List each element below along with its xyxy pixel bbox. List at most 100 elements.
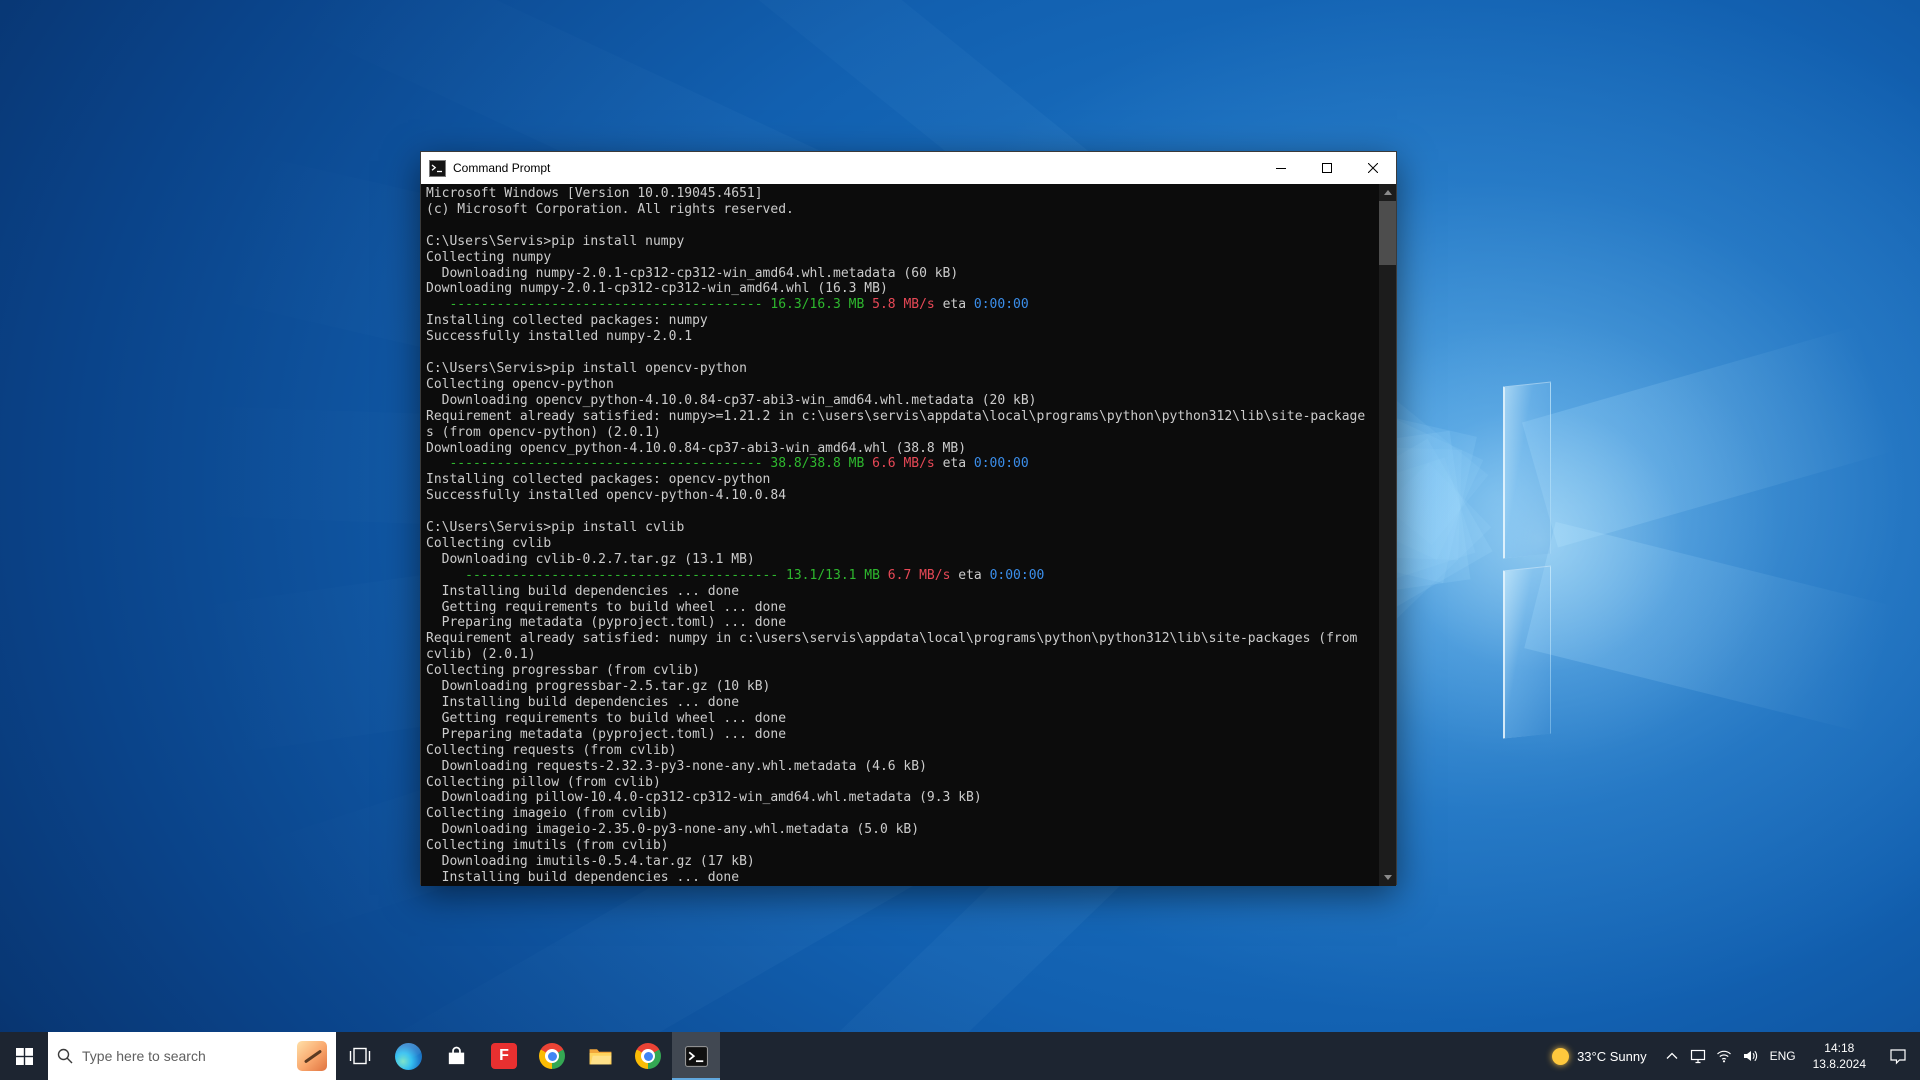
maximize-icon [1322, 163, 1332, 173]
terminal-line: Downloading opencv_python-4.10.0.84-cp37… [426, 440, 967, 456]
chrome-icon [635, 1043, 661, 1069]
file-explorer-icon [589, 1048, 611, 1064]
terminal-line: Installing collected packages: numpy [426, 313, 708, 329]
chevron-up-icon [1666, 1052, 1678, 1059]
terminal-line: cvlib) (2.0.1) [426, 647, 536, 663]
wallpaper-light-beam [1524, 521, 1920, 743]
window-title: Command Prompt [453, 161, 551, 175]
terminal-line: Downloading imutils-0.5.4.tar.gz (17 kB) [426, 854, 755, 870]
terminal-line: ----------------------------------------… [449, 456, 1029, 472]
terminal-line: Downloading opencv_python-4.10.0.84-cp37… [426, 392, 1037, 408]
terminal-line: Collecting cvlib [426, 535, 552, 551]
terminal-line: Requirement already satisfied: numpy in … [426, 631, 1358, 647]
terminal-line: Preparing metadata (pyproject.toml) ... … [426, 615, 787, 631]
terminal-line: Collecting imageio (from cvlib) [426, 806, 669, 822]
terminal-line: ----------------------------------------… [465, 567, 1045, 583]
scrollbar-thumb[interactable] [1379, 201, 1396, 265]
command-prompt-icon [684, 1045, 708, 1067]
search-icon [57, 1048, 73, 1064]
language-indicator[interactable]: ENG [1763, 1049, 1803, 1063]
taskbar-app-chrome[interactable] [528, 1032, 576, 1080]
action-center-button[interactable] [1876, 1032, 1920, 1080]
search-placeholder: Type here to search [82, 1048, 206, 1064]
screen: Command Prompt Microsoft Windows [Versio… [0, 0, 1920, 1080]
terminal-line: Collecting progressbar (from cvlib) [426, 663, 700, 679]
store-icon [448, 1046, 464, 1064]
network-tray-button[interactable] [1711, 1032, 1737, 1080]
taskbar-clock[interactable]: 14:18 13.8.2024 [1803, 1040, 1876, 1072]
close-button[interactable] [1350, 152, 1396, 184]
search-input[interactable]: Type here to search [48, 1032, 336, 1080]
volume-icon [1743, 1050, 1757, 1062]
search-highlights-icon[interactable] [297, 1041, 327, 1071]
network-icon [1716, 1050, 1731, 1063]
clock-time: 14:18 [1824, 1040, 1855, 1055]
maximize-button[interactable] [1304, 152, 1350, 184]
sun-icon [1552, 1047, 1570, 1065]
terminal-line: C:\Users\Servis>pip install opencv-pytho… [426, 360, 747, 376]
clock-date: 13.8.2024 [1812, 1057, 1866, 1071]
terminal-line: Collecting pillow (from cvlib) [426, 774, 661, 790]
terminal[interactable]: Microsoft Windows [Version 10.0.19045.46… [421, 184, 1396, 886]
scroll-down-arrow[interactable] [1379, 869, 1396, 886]
wallpaper-window-pane [1503, 565, 1551, 739]
terminal-line: Downloading cvlib-0.2.7.tar.gz (13.1 MB) [426, 551, 755, 567]
terminal-line: Microsoft Windows [Version 10.0.19045.46… [426, 186, 763, 201]
volume-tray-button[interactable] [1737, 1032, 1763, 1080]
terminal-line: s (from opencv-python) (2.0.1) [426, 424, 661, 440]
wallpaper-window-pane [1503, 381, 1551, 559]
taskbar: Type here to search F 33°C Sunny ENG 14:… [0, 1032, 1920, 1080]
terminal-line: Preparing metadata (pyproject.toml) ... … [426, 726, 787, 742]
f-app-icon: F [491, 1043, 517, 1069]
action-center-icon [1890, 1049, 1906, 1065]
window-controls [1258, 152, 1396, 184]
terminal-line: Installing collected packages: opencv-py… [426, 472, 771, 488]
weather-widget[interactable]: 33°C Sunny [1540, 1032, 1659, 1080]
terminal-scrollbar[interactable] [1379, 184, 1396, 886]
terminal-line: (c) Microsoft Corporation. All rights re… [426, 201, 794, 217]
terminal-line: Getting requirements to build wheel ... … [426, 710, 787, 726]
taskbar-app-store[interactable] [432, 1032, 480, 1080]
taskbar-app-chrome-2[interactable] [624, 1032, 672, 1080]
taskbar-app-file-explorer[interactable] [576, 1032, 624, 1080]
f-app-letter: F [499, 1047, 509, 1064]
command-prompt-window[interactable]: Command Prompt Microsoft Windows [Versio… [420, 151, 1397, 886]
terminal-line: Downloading numpy-2.0.1-cp312-cp312-win_… [426, 281, 888, 297]
taskbar-app-edge[interactable] [384, 1032, 432, 1080]
weather-text: 33°C Sunny [1577, 1048, 1647, 1064]
terminal-line: Collecting imutils (from cvlib) [426, 838, 669, 854]
task-view-icon [349, 1047, 371, 1065]
terminal-line: ----------------------------------------… [449, 297, 1029, 313]
close-icon [1368, 163, 1378, 173]
monitor-tray-button[interactable] [1685, 1032, 1711, 1080]
task-view-button[interactable] [336, 1032, 384, 1080]
minimize-icon [1276, 168, 1286, 169]
terminal-line: Collecting numpy [426, 249, 552, 265]
terminal-line: Installing build dependencies ... done [426, 583, 740, 599]
terminal-line: Successfully installed opencv-python-4.1… [426, 488, 787, 504]
terminal-line: Downloading pillow-10.4.0-cp312-cp312-wi… [426, 790, 982, 806]
windows-logo-icon [15, 1047, 33, 1065]
terminal-line: Collecting opencv-python [426, 376, 614, 392]
taskbar-app-f[interactable]: F [480, 1032, 528, 1080]
terminal-line: Downloading numpy-2.0.1-cp312-cp312-win_… [426, 265, 959, 281]
minimize-button[interactable] [1258, 152, 1304, 184]
hidden-icons-button[interactable] [1659, 1032, 1685, 1080]
window-titlebar[interactable]: Command Prompt [421, 152, 1396, 184]
terminal-line: Downloading imageio-2.35.0-py3-none-any.… [426, 822, 920, 838]
terminal-line: Collecting requests (from cvlib) [426, 742, 677, 758]
terminal-line: Requirement already satisfied: numpy>=1.… [426, 408, 1366, 424]
terminal-line: Installing build dependencies ... done [426, 869, 740, 885]
terminal-line: Downloading progressbar-2.5.tar.gz (10 k… [426, 679, 771, 695]
terminal-line: Successfully installed numpy-2.0.1 [426, 329, 693, 345]
scroll-up-arrow[interactable] [1379, 184, 1396, 201]
wallpaper-light-beam [1522, 315, 1920, 548]
terminal-line: Downloading requests-2.32.3-py3-none-any… [426, 758, 927, 774]
terminal-line: Getting requirements to build wheel ... … [426, 599, 787, 615]
terminal-line: Installing build dependencies ... done [426, 695, 740, 710]
taskbar-app-command-prompt[interactable] [672, 1032, 720, 1080]
start-button[interactable] [0, 1032, 48, 1080]
